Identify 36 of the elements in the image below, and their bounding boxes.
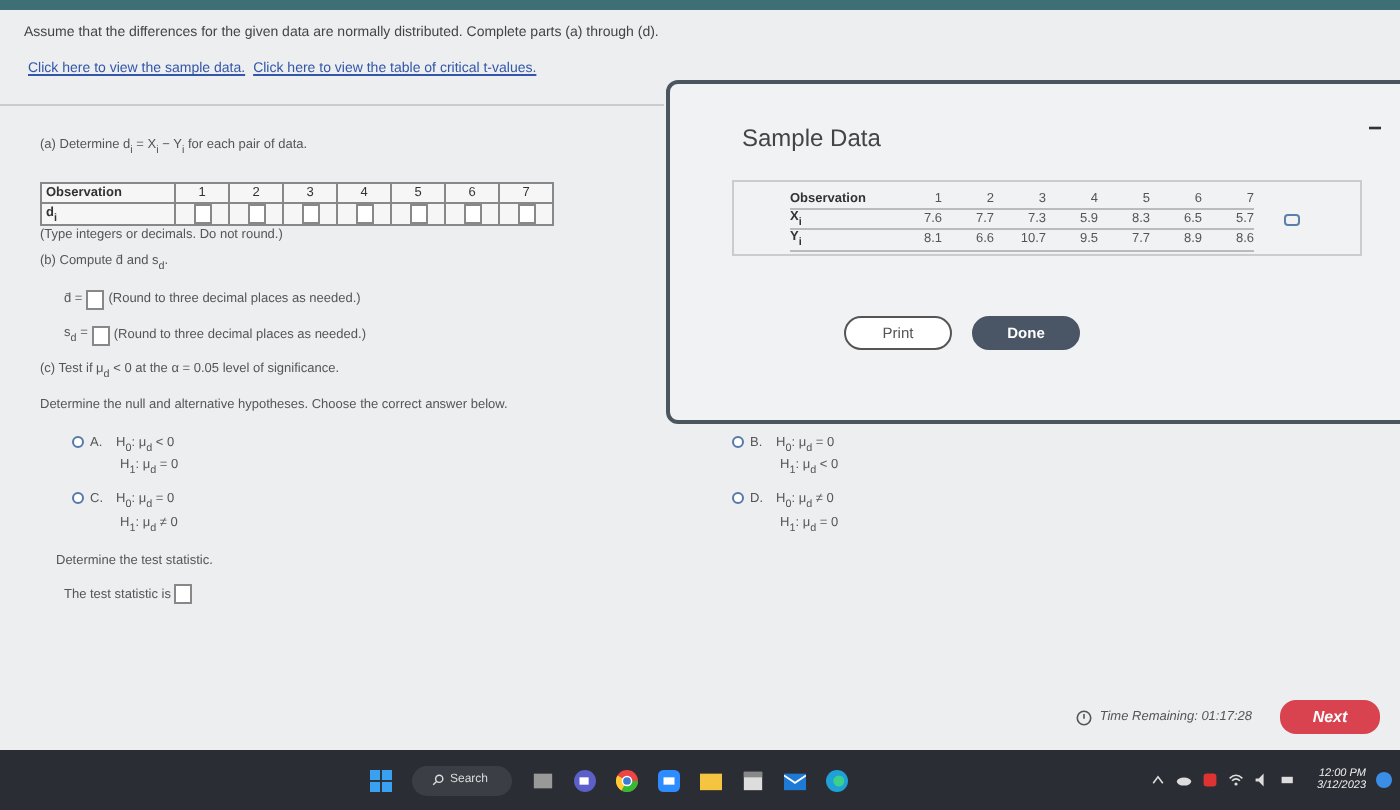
wifi-icon[interactable] bbox=[1227, 772, 1244, 788]
globe-icon[interactable] bbox=[826, 769, 849, 791]
search-icon bbox=[432, 774, 444, 786]
video-icon[interactable] bbox=[658, 769, 681, 791]
window-icon[interactable] bbox=[532, 769, 555, 791]
radio-button[interactable] bbox=[732, 435, 744, 448]
speaker-icon[interactable] bbox=[1253, 772, 1270, 788]
answer-box[interactable] bbox=[174, 584, 193, 605]
answer-box[interactable] bbox=[247, 204, 265, 225]
answer-box[interactable] bbox=[517, 204, 535, 225]
answer-box[interactable] bbox=[463, 204, 481, 225]
minimize-button[interactable]: − bbox=[1367, 114, 1382, 142]
answer-box[interactable] bbox=[409, 204, 427, 225]
windows-icon[interactable] bbox=[370, 769, 392, 791]
dialog-title: Sample Data bbox=[742, 124, 881, 152]
answer-box[interactable] bbox=[193, 204, 211, 225]
copy-icon[interactable] bbox=[1284, 214, 1300, 226]
clock-icon bbox=[1075, 709, 1092, 725]
mail-icon[interactable] bbox=[784, 769, 807, 791]
radio-button[interactable] bbox=[72, 435, 84, 448]
answer-box[interactable] bbox=[301, 204, 319, 225]
answer-box[interactable] bbox=[86, 289, 105, 310]
next-button[interactable]: Next bbox=[1280, 700, 1380, 734]
caret-icon[interactable] bbox=[1149, 772, 1166, 788]
answer-box[interactable] bbox=[355, 204, 373, 225]
radio-button[interactable] bbox=[732, 492, 744, 505]
radio-button[interactable] bbox=[72, 492, 84, 505]
answer-box[interactable] bbox=[91, 325, 110, 346]
notification-dot[interactable] bbox=[1376, 772, 1392, 788]
app-icon[interactable] bbox=[1201, 772, 1218, 788]
calendar-icon[interactable] bbox=[742, 769, 765, 791]
camera-icon[interactable] bbox=[574, 769, 597, 791]
battery-icon[interactable] bbox=[1279, 772, 1296, 788]
cloud-icon[interactable] bbox=[1175, 772, 1192, 788]
folder-icon[interactable] bbox=[700, 769, 723, 791]
browser-icon[interactable] bbox=[616, 769, 639, 791]
